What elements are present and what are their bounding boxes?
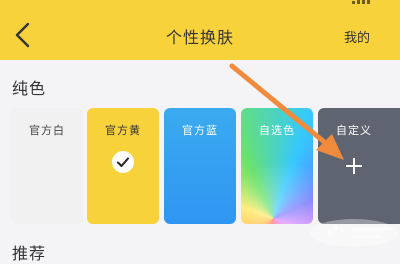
skin-tile-official-white[interactable]: 官方白 <box>11 108 83 224</box>
skin-tile-official-yellow[interactable]: 官方黄 <box>87 108 159 224</box>
app-header: 个性换肤 我的 <box>0 0 400 60</box>
skin-label: 自定义 <box>336 124 372 137</box>
section-title-solid: 纯色 <box>12 79 47 98</box>
skin-tile-official-blue[interactable]: 官方蓝 <box>164 108 236 224</box>
skin-label: 官方蓝 <box>182 124 218 137</box>
watermark-logo <box>308 207 400 251</box>
skin-label: 官方白 <box>29 124 65 137</box>
skin-label: 官方黄 <box>105 124 141 137</box>
signal-icon <box>352 0 378 4</box>
skin-label: 自选色 <box>259 124 295 137</box>
mine-link[interactable]: 我的 <box>344 27 370 46</box>
plus-icon <box>344 156 364 176</box>
section-title-recommend: 推荐 <box>12 244 47 263</box>
status-bar <box>0 0 400 8</box>
page-title: 个性换肤 <box>165 28 234 47</box>
selected-check-icon <box>112 151 134 173</box>
skin-tile-pick-color[interactable]: 自选色 <box>241 108 313 224</box>
